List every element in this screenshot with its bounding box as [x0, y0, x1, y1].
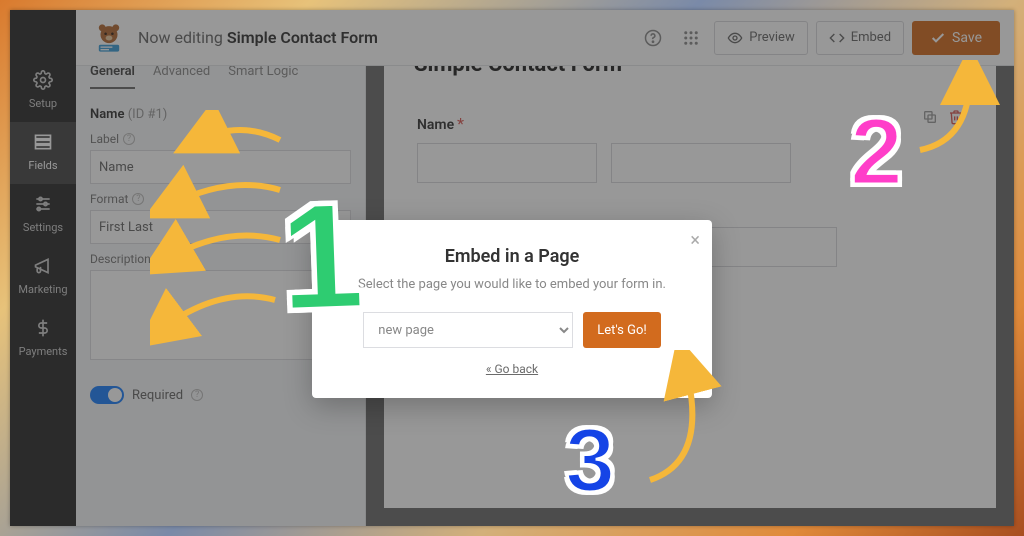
- description-label: Description: [90, 252, 151, 266]
- save-label: Save: [952, 30, 982, 46]
- rail-label: Fields: [10, 159, 76, 172]
- format-label: Format: [90, 192, 128, 206]
- megaphone-icon: [33, 256, 53, 276]
- rail-item-marketing[interactable]: Marketing: [10, 246, 76, 308]
- help-button[interactable]: [638, 23, 668, 53]
- left-rail: Setup Fields Settings Marketing Payments: [10, 10, 76, 526]
- help-icon: [644, 29, 662, 47]
- editing-prefix: Now editing: [138, 28, 223, 47]
- last-name-input[interactable]: [611, 143, 791, 183]
- dollar-icon: [33, 318, 53, 338]
- lets-go-button[interactable]: Let's Go!: [583, 312, 660, 348]
- help-icon[interactable]: ?: [155, 253, 167, 265]
- gear-icon: [33, 70, 53, 90]
- subtab-general[interactable]: General: [90, 64, 135, 89]
- help-icon[interactable]: ?: [132, 193, 144, 205]
- save-button[interactable]: Save: [912, 21, 1000, 55]
- code-icon: [829, 30, 845, 46]
- app-logo[interactable]: [90, 19, 128, 57]
- rail-item-payments[interactable]: Payments: [10, 308, 76, 370]
- form-field-name[interactable]: Name*: [414, 107, 966, 190]
- label-label-row: Label ?: [90, 132, 351, 146]
- modal-subtitle: Select the page you would like to embed …: [340, 277, 684, 292]
- rail-label: Marketing: [10, 283, 76, 296]
- bear-logo-icon: [92, 21, 126, 55]
- required-label: Required: [132, 388, 183, 403]
- rail-item-settings[interactable]: Settings: [10, 184, 76, 246]
- close-icon: ×: [690, 230, 700, 251]
- editing-form-name: Simple Contact Form: [227, 28, 378, 47]
- sliders-icon: [33, 194, 53, 214]
- go-back-link[interactable]: « Go back: [340, 362, 684, 376]
- required-toggle[interactable]: [90, 386, 124, 404]
- modal-title: Embed in a Page: [340, 246, 684, 267]
- name-inputs: [417, 143, 963, 183]
- topbar: Now editing Simple Contact Form Preview …: [76, 10, 1014, 66]
- check-icon: [930, 30, 946, 46]
- field-row-tools: [921, 108, 965, 126]
- format-label-row: Format ?: [90, 192, 351, 206]
- required-star: *: [457, 114, 464, 133]
- embed-button[interactable]: Embed: [816, 21, 904, 55]
- app-frame: Setup Fields Settings Marketing Payments…: [10, 10, 1014, 526]
- editing-label: Now editing Simple Contact Form: [138, 28, 378, 47]
- apps-grid-icon: [682, 29, 700, 47]
- first-name-input[interactable]: [417, 143, 597, 183]
- subtab-advanced[interactable]: Advanced: [153, 64, 210, 89]
- field-name: Name: [90, 107, 124, 122]
- embed-modal: × Embed in a Page Select the page you wo…: [312, 220, 712, 398]
- duplicate-icon[interactable]: [921, 108, 939, 126]
- topbar-wrap: Now editing Simple Contact Form Preview …: [76, 10, 1014, 66]
- page-select[interactable]: new page: [363, 312, 573, 348]
- name-field-label: Name: [417, 117, 454, 133]
- help-icon[interactable]: ?: [191, 389, 203, 401]
- preview-button[interactable]: Preview: [714, 21, 807, 55]
- list-icon: [33, 132, 53, 152]
- rail-label: Setup: [10, 97, 76, 110]
- rail-label: Settings: [10, 221, 76, 234]
- apps-button[interactable]: [676, 23, 706, 53]
- help-icon[interactable]: ?: [123, 133, 135, 145]
- field-id: (ID #1): [128, 107, 168, 122]
- modal-close-button[interactable]: ×: [690, 230, 700, 251]
- topbar-right: Preview Embed Save: [638, 21, 1000, 55]
- embed-label: Embed: [851, 30, 891, 45]
- modal-controls-row: new page Let's Go!: [340, 312, 684, 348]
- label-input[interactable]: [90, 150, 351, 184]
- rail-item-fields[interactable]: Fields: [10, 122, 76, 184]
- rail-item-setup[interactable]: Setup: [10, 60, 76, 122]
- label-label: Label: [90, 132, 119, 146]
- subtab-smart-logic[interactable]: Smart Logic: [228, 64, 298, 89]
- preview-label: Preview: [749, 30, 794, 45]
- rail-label: Payments: [10, 345, 76, 358]
- eye-icon: [727, 30, 743, 46]
- field-section-title: Name (ID #1): [90, 107, 351, 122]
- trash-icon[interactable]: [947, 108, 965, 126]
